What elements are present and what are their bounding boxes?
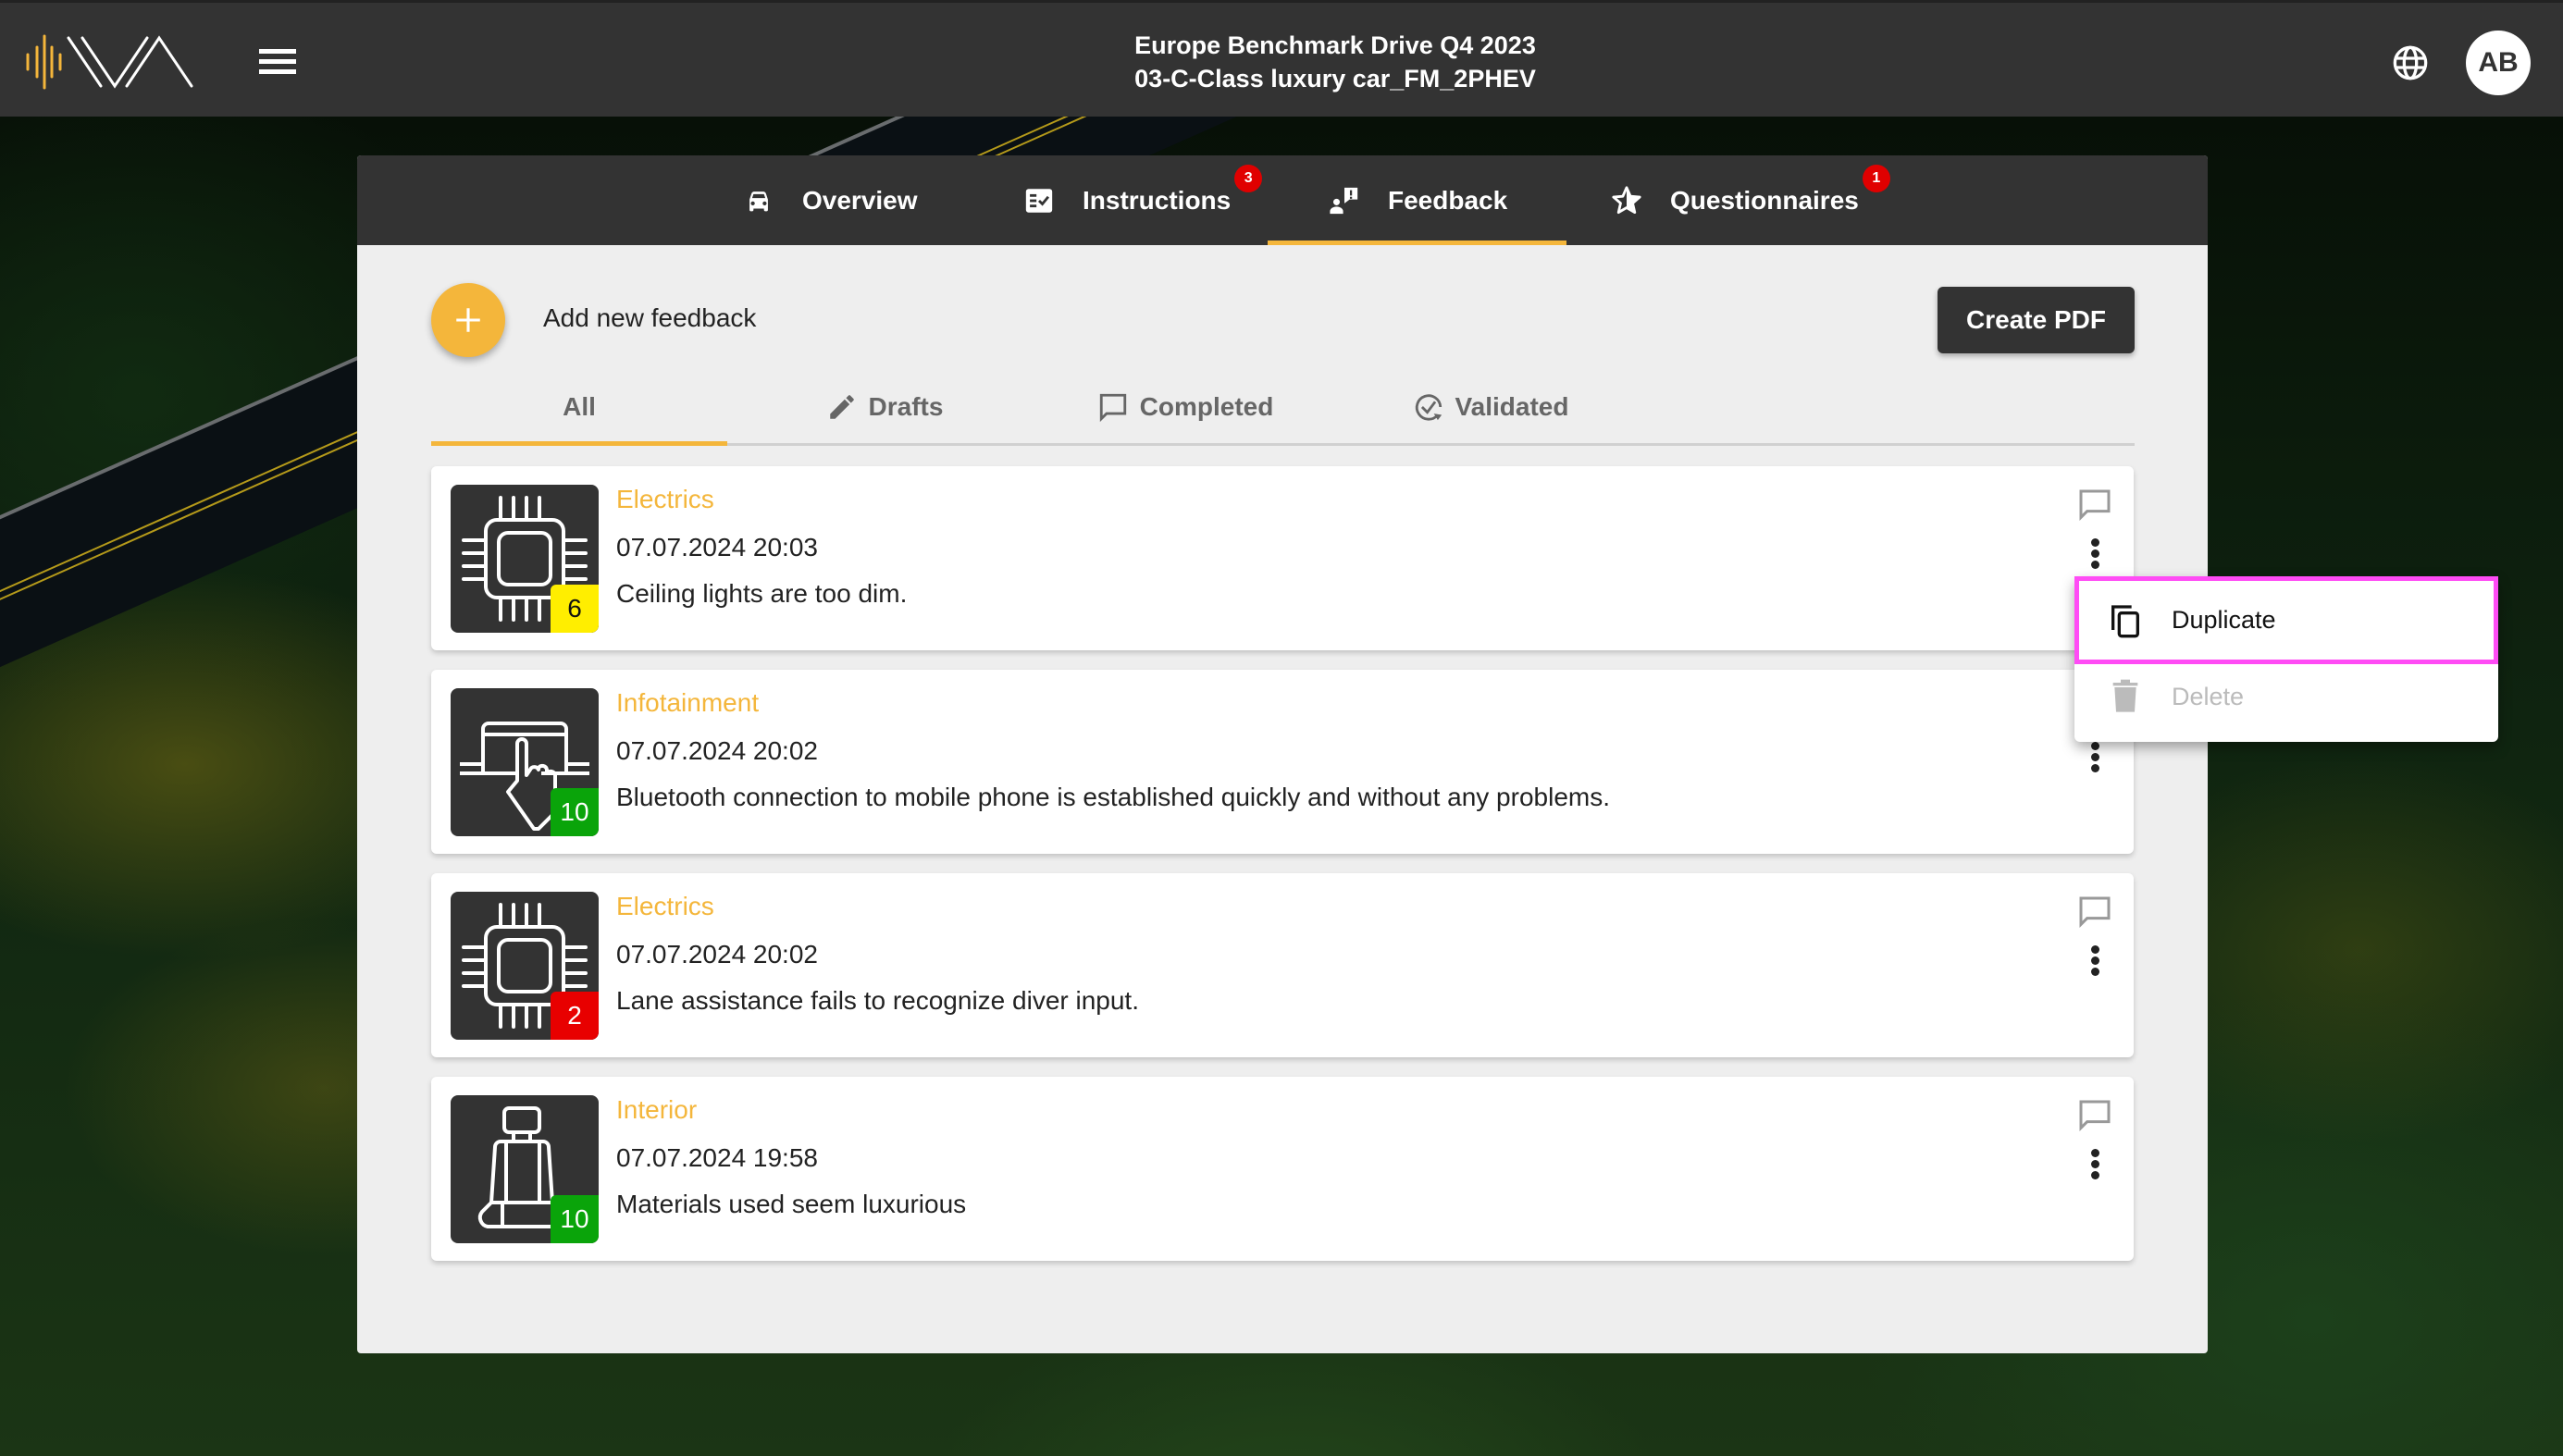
feedback-category: Electrics [616, 892, 714, 920]
feedback-item[interactable]: 2 Electrics 07.07.2024 20:02 Lane assistanc… [431, 873, 2134, 1057]
tab-overview-label: Overview [802, 185, 918, 215]
feedback-item[interactable]: 10 Interior 07.07.2024 19:58 Materials used… [431, 1077, 2134, 1261]
comment-icon[interactable] [2075, 1097, 2114, 1134]
menu-item-duplicate-label: Duplicate [2172, 606, 2276, 634]
add-feedback-button[interactable] [431, 283, 505, 357]
app-logo[interactable] [24, 34, 246, 92]
filter-tab-all-label: All [563, 391, 596, 421]
more-options-icon[interactable] [2086, 945, 2104, 982]
tab-feedback-label: Feedback [1388, 185, 1508, 215]
instructions-badge: 3 [1234, 165, 1263, 192]
feedback-item[interactable]: 10 Infotainment 07.07.2024 20:02 Bluetooth … [431, 670, 2134, 854]
filter-tab-drafts[interactable]: Drafts [737, 370, 1033, 443]
main-card: Overview Instructions 3 Feedback Questio… [357, 155, 2208, 1353]
project-title: Europe Benchmark Drive Q4 2023 [1134, 31, 1536, 59]
trash-icon [2112, 679, 2138, 712]
menu-item-delete[interactable]: Delete [2074, 664, 2498, 729]
filter-tab-drafts-label: Drafts [868, 391, 944, 421]
questionnaires-badge: 1 [1862, 165, 1890, 192]
filter-tab-all[interactable]: All [431, 370, 727, 446]
feedback-description: Lane assistance fails to recognize diver… [616, 986, 1139, 1015]
tab-instructions-label: Instructions [1083, 185, 1232, 215]
create-pdf-button[interactable]: Create PDF [1938, 287, 2135, 353]
filter-tab-completed-label: Completed [1139, 391, 1274, 421]
feedback-icon [1330, 187, 1358, 214]
comment-icon [1099, 393, 1126, 422]
plus-icon [456, 308, 480, 332]
globe-icon[interactable] [2392, 44, 2429, 81]
vehicle-title: 03-C-Class luxury car_FM_2PHEV [1134, 65, 1536, 93]
feedback-category: Infotainment [616, 688, 760, 717]
filter-tab-validated-label: Validated [1455, 391, 1569, 421]
rating-badge: 6 [551, 585, 599, 633]
feedback-description: Materials used seem luxurious [616, 1190, 967, 1218]
tab-questionnaires-label: Questionnaires [1670, 185, 1859, 215]
add-feedback-label[interactable]: Add new feedback [543, 303, 756, 333]
tab-instructions[interactable]: Instructions 3 [1023, 155, 1263, 245]
rating-badge: 10 [551, 788, 599, 836]
user-avatar[interactable]: AB [2466, 31, 2531, 95]
rating-badge: 2 [551, 992, 599, 1040]
feedback-datetime: 07.07.2024 19:58 [616, 1143, 818, 1172]
star-icon [1612, 185, 1641, 214]
chip-icon: 2 [451, 892, 599, 1040]
app-header: Europe Benchmark Drive Q4 2023 03-C-Clas… [0, 0, 2563, 117]
menu-item-duplicate[interactable]: Duplicate [2074, 576, 2498, 664]
tab-feedback[interactable]: Feedback [1267, 155, 1567, 245]
feedback-category: Interior [616, 1095, 698, 1124]
more-options-icon[interactable] [2086, 1149, 2104, 1186]
comment-icon[interactable] [2075, 487, 2114, 524]
rating-badge: 10 [551, 1195, 599, 1243]
more-options-icon[interactable] [2086, 742, 2104, 779]
tab-questionnaires[interactable]: Questionnaires 1 [1611, 155, 1890, 245]
context-menu: Duplicate Delete [2074, 576, 2498, 742]
menu-item-delete-label: Delete [2172, 682, 2245, 710]
feedback-category: Electrics [616, 485, 714, 513]
checklist-icon [1025, 188, 1053, 213]
filter-tab-validated[interactable]: Validated [1338, 370, 1643, 443]
pencil-icon [829, 394, 854, 419]
hamburger-menu-icon[interactable] [259, 49, 296, 77]
filter-tabs: All Drafts Completed Validated [431, 370, 2135, 446]
seat-icon: 10 [451, 1095, 599, 1243]
feedback-datetime: 07.07.2024 20:02 [616, 940, 818, 969]
check-circle-icon [1415, 393, 1442, 421]
filter-tab-completed[interactable]: Completed [1033, 370, 1338, 443]
page-title: Europe Benchmark Drive Q4 2023 03-C-Clas… [965, 29, 1705, 95]
feedback-description: Bluetooth connection to mobile phone is … [616, 783, 1610, 811]
chip-icon: 6 [451, 485, 599, 633]
feedback-datetime: 07.07.2024 20:02 [616, 736, 818, 765]
feedback-item[interactable]: 6 Electrics 07.07.2024 20:03 Ceiling lights… [431, 466, 2134, 650]
more-options-icon[interactable] [2086, 538, 2104, 575]
car-icon [749, 191, 768, 211]
touchscreen-icon: 10 [451, 688, 599, 836]
copy-icon [2111, 604, 2139, 637]
comment-icon[interactable] [2075, 894, 2114, 931]
main-tabs: Overview Instructions 3 Feedback Questio… [357, 155, 2208, 245]
feedback-description: Ceiling lights are too dim. [616, 579, 908, 608]
feedback-datetime: 07.07.2024 20:03 [616, 533, 818, 561]
tab-overview[interactable]: Overview [743, 155, 918, 245]
